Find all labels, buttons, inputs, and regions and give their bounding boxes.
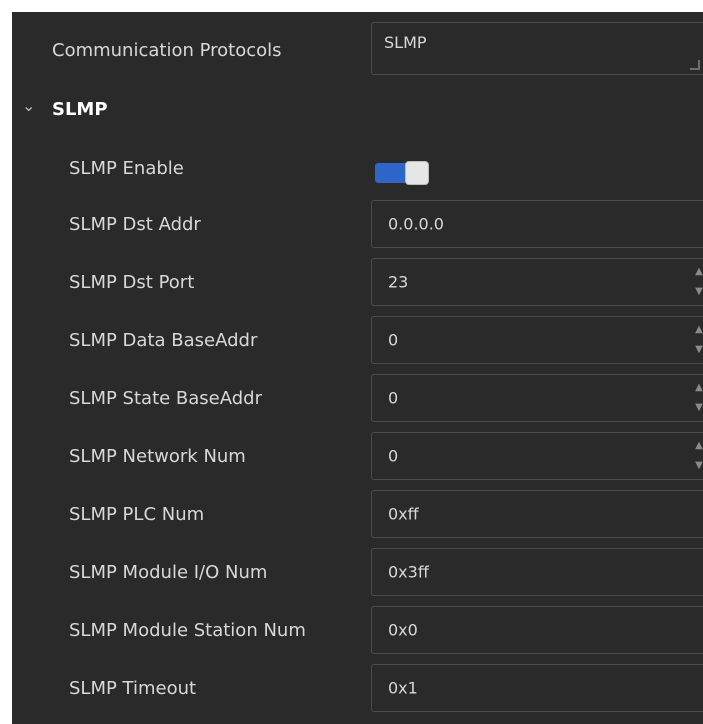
slmp-timeout-input[interactable]: 0x1 (371, 664, 703, 712)
row-label: SLMP Module I/O Num (69, 562, 268, 583)
spin-down-icon[interactable]: ▼ (695, 402, 703, 414)
spin-up-icon[interactable]: ▲ (695, 324, 703, 336)
slmp-module-station-num-input[interactable]: 0x0 (371, 606, 703, 654)
slmp-dst-port-input[interactable]: 23 ▲ ▼ (371, 258, 703, 306)
row-label: SLMP Module Station Num (69, 620, 306, 641)
field-value: 0xff (388, 504, 419, 524)
row-label: SLMP Timeout (69, 678, 197, 699)
row-label: SLMP Dst Port (69, 272, 195, 293)
field-value: 0 (388, 388, 399, 408)
slmp-dst-addr-input[interactable]: 0.0.0.0 (371, 200, 703, 248)
communication-protocols-label: Communication Protocols (52, 40, 282, 61)
slmp-module-io-num-input[interactable]: 0x3ff (371, 548, 703, 596)
communication-protocols-select[interactable]: SLMP (371, 22, 703, 75)
slmp-data-baseaddr-input[interactable]: 0 ▲ ▼ (371, 316, 703, 364)
field-value: 0 (388, 330, 399, 350)
field-value: 0x1 (388, 678, 418, 698)
field-value: 0x0 (388, 620, 418, 640)
toggle-knob (405, 161, 429, 185)
slmp-section-header[interactable]: ⌄ SLMP (12, 96, 703, 126)
resize-grip-icon (690, 60, 700, 70)
row-label: SLMP Dst Addr (69, 214, 201, 235)
spin-up-icon[interactable]: ▲ (695, 440, 703, 452)
spin-up-icon[interactable]: ▲ (695, 382, 703, 394)
row-label: SLMP PLC Num (69, 504, 205, 525)
field-value: 0.0.0.0 (388, 214, 444, 234)
spinner[interactable]: ▲ ▼ (692, 433, 703, 479)
field-value: 0 (388, 446, 399, 466)
section-title: SLMP (52, 99, 108, 120)
spinner[interactable]: ▲ ▼ (692, 317, 703, 363)
field-value: 23 (388, 272, 409, 292)
spinner[interactable]: ▲ ▼ (692, 259, 703, 305)
field-value: 0x3ff (388, 562, 429, 582)
spinner[interactable]: ▲ ▼ (692, 375, 703, 421)
slmp-plc-num-input[interactable]: 0xff (371, 490, 703, 538)
slmp-enable-label: SLMP Enable (69, 158, 184, 179)
row-label: SLMP State BaseAddr (69, 388, 263, 409)
row-label: SLMP Network Num (69, 446, 246, 467)
spin-up-icon[interactable]: ▲ (695, 266, 703, 278)
spin-down-icon[interactable]: ▼ (695, 460, 703, 472)
slmp-enable-toggle[interactable] (375, 161, 429, 185)
spin-down-icon[interactable]: ▼ (695, 286, 703, 298)
chevron-down-icon: ⌄ (22, 96, 36, 115)
slmp-state-baseaddr-input[interactable]: 0 ▲ ▼ (371, 374, 703, 422)
properties-panel: Communication Protocols SLMP ⌄ SLMP SLMP… (12, 12, 703, 724)
protocol-value: SLMP (384, 33, 427, 52)
slmp-network-num-input[interactable]: 0 ▲ ▼ (371, 432, 703, 480)
spin-down-icon[interactable]: ▼ (695, 344, 703, 356)
row-label: SLMP Data BaseAddr (69, 330, 258, 351)
